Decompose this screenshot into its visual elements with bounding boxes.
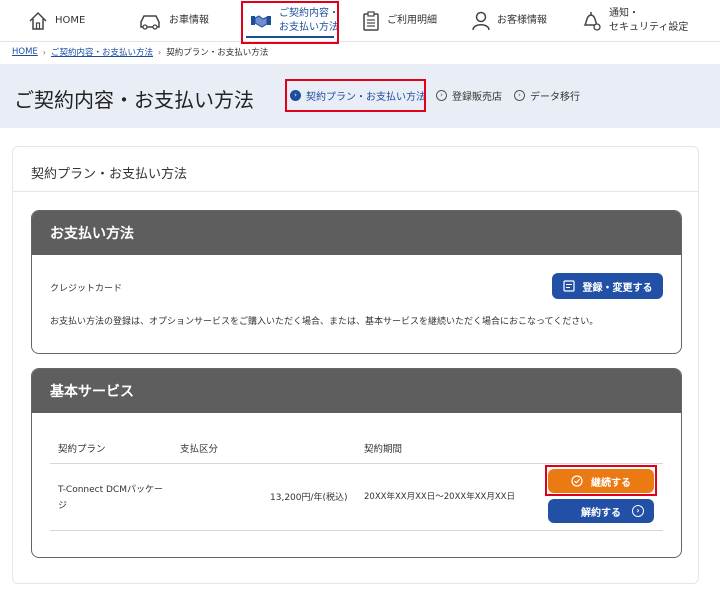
- nav-home[interactable]: HOME: [28, 0, 85, 42]
- handshake-icon: [250, 13, 272, 29]
- breadcrumb-current: 契約プラン・お支払い方法: [166, 48, 269, 58]
- active-tab-indicator: [246, 36, 334, 38]
- breadcrumb: HOME › ご契約内容・お支払い方法 › 契約プラン・お支払い方法: [12, 46, 268, 58]
- nav-car-info-label: お車情報: [169, 15, 209, 26]
- arrow-right-circle-icon: ›: [632, 505, 644, 517]
- page-header: ご契約内容・お支払い方法 › 契約プラン・お支払い方法 › 登録販売店 › デー…: [0, 64, 720, 128]
- arrow-circle-icon: ›: [436, 90, 447, 101]
- top-navigation: HOME お車情報 ご契約内容・ お支払い方法 ご利用明細 お客様情報 通知・ …: [0, 0, 720, 42]
- breadcrumb-home-link[interactable]: HOME: [12, 47, 38, 57]
- basic-service-heading: 基本サービス: [32, 369, 681, 413]
- bell-gear-icon: [582, 10, 602, 32]
- subnav-contract-plan-label: 契約プラン・お支払い方法: [306, 92, 426, 103]
- continue-button[interactable]: 継続する: [548, 469, 654, 493]
- cancel-contract-button[interactable]: 解約する ›: [548, 499, 654, 523]
- chevron-right-icon: ›: [158, 47, 162, 57]
- subnav-dealer[interactable]: › 登録販売店: [436, 88, 502, 103]
- register-change-label: 登録・変更する: [582, 282, 653, 294]
- nav-notification-security-label: 通知・ セキュリティ設定: [609, 8, 689, 33]
- card-title: 契約プラン・お支払い方法: [31, 167, 188, 182]
- payment-method-value: クレジットカード: [50, 284, 123, 294]
- nav-contract-payment-label: ご契約内容・ お支払い方法: [279, 8, 339, 33]
- continue-label: 継続する: [591, 477, 631, 489]
- nav-car-info[interactable]: お車情報: [138, 0, 209, 42]
- breadcrumb-parent-link[interactable]: ご契約内容・お支払い方法: [51, 46, 153, 58]
- column-header-period: 契約期間: [364, 444, 403, 455]
- arrow-circle-icon: ›: [514, 90, 525, 101]
- nav-customer-info[interactable]: お客様情報: [472, 0, 547, 42]
- arrow-circle-icon: ›: [290, 90, 301, 101]
- payment-method-panel: お支払い方法 クレジットカード 登録・変更する お支払い方法の登録は、オプション…: [31, 210, 682, 354]
- home-icon: [28, 11, 48, 31]
- nav-home-label: HOME: [55, 15, 86, 26]
- nav-usage-details[interactable]: ご利用明細: [362, 0, 437, 42]
- basic-service-panel: 基本サービス 契約プラン 支払区分 契約期間 T-Connect DCMパッケー…: [31, 368, 682, 558]
- contract-period: 20XX年XX月XX日～20XX年XX月XX日: [364, 492, 516, 502]
- subnav-dealer-label: 登録販売店: [452, 92, 502, 103]
- table-divider: [50, 463, 663, 464]
- column-header-plan: 契約プラン: [58, 444, 106, 455]
- subnav-contract-plan[interactable]: › 契約プラン・お支払い方法: [290, 88, 426, 103]
- nav-customer-info-label: お客様情報: [497, 15, 547, 26]
- check-circle-icon: [571, 475, 583, 487]
- clipboard-icon: [362, 11, 380, 31]
- subnav-data-migration-label: データ移行: [530, 92, 580, 103]
- payment-note: お支払い方法の登録は、オプションサービスをご購入いただく場合、または、基本サービ…: [50, 317, 599, 327]
- register-change-button[interactable]: 登録・変更する: [552, 273, 663, 299]
- subnav-data-migration[interactable]: › データ移行: [514, 88, 580, 103]
- car-icon: [138, 12, 162, 30]
- plan-price: 13,200円/年(税込): [270, 493, 348, 503]
- nav-notification-security[interactable]: 通知・ セキュリティ設定: [582, 0, 688, 42]
- user-icon: [472, 11, 490, 31]
- document-edit-icon: [562, 280, 575, 292]
- cancel-contract-label: 解約する: [581, 507, 621, 519]
- divider: [13, 191, 698, 192]
- column-header-payment-type: 支払区分: [180, 444, 219, 455]
- table-divider: [50, 530, 663, 531]
- contract-card: 契約プラン・お支払い方法 お支払い方法 クレジットカード 登録・変更する お支払…: [12, 146, 699, 584]
- plan-name: T-Connect DCMパッケージ: [58, 485, 163, 511]
- page-title: ご契約内容・お支払い方法: [14, 88, 254, 112]
- payment-method-heading: お支払い方法: [32, 211, 681, 255]
- chevron-right-icon: ›: [42, 47, 46, 57]
- nav-usage-details-label: ご利用明細: [387, 15, 437, 26]
